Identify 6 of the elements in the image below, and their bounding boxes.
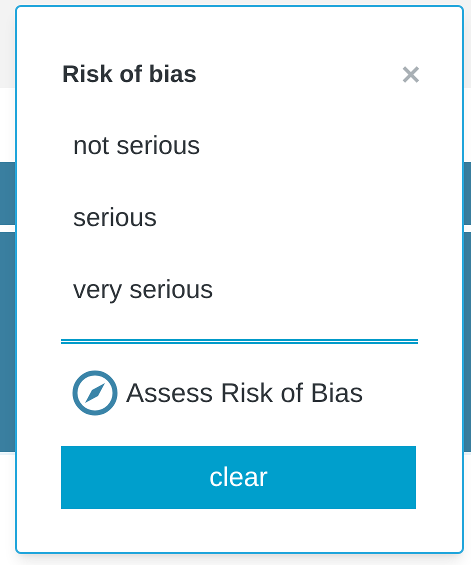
option-item[interactable]: not serious (61, 109, 416, 181)
option-item[interactable]: very serious (61, 253, 416, 325)
compass-icon (72, 370, 118, 416)
popup-title: Risk of bias (62, 60, 197, 90)
assess-link[interactable]: Assess Risk of Bias (126, 372, 364, 414)
option-item[interactable]: serious (61, 181, 416, 253)
